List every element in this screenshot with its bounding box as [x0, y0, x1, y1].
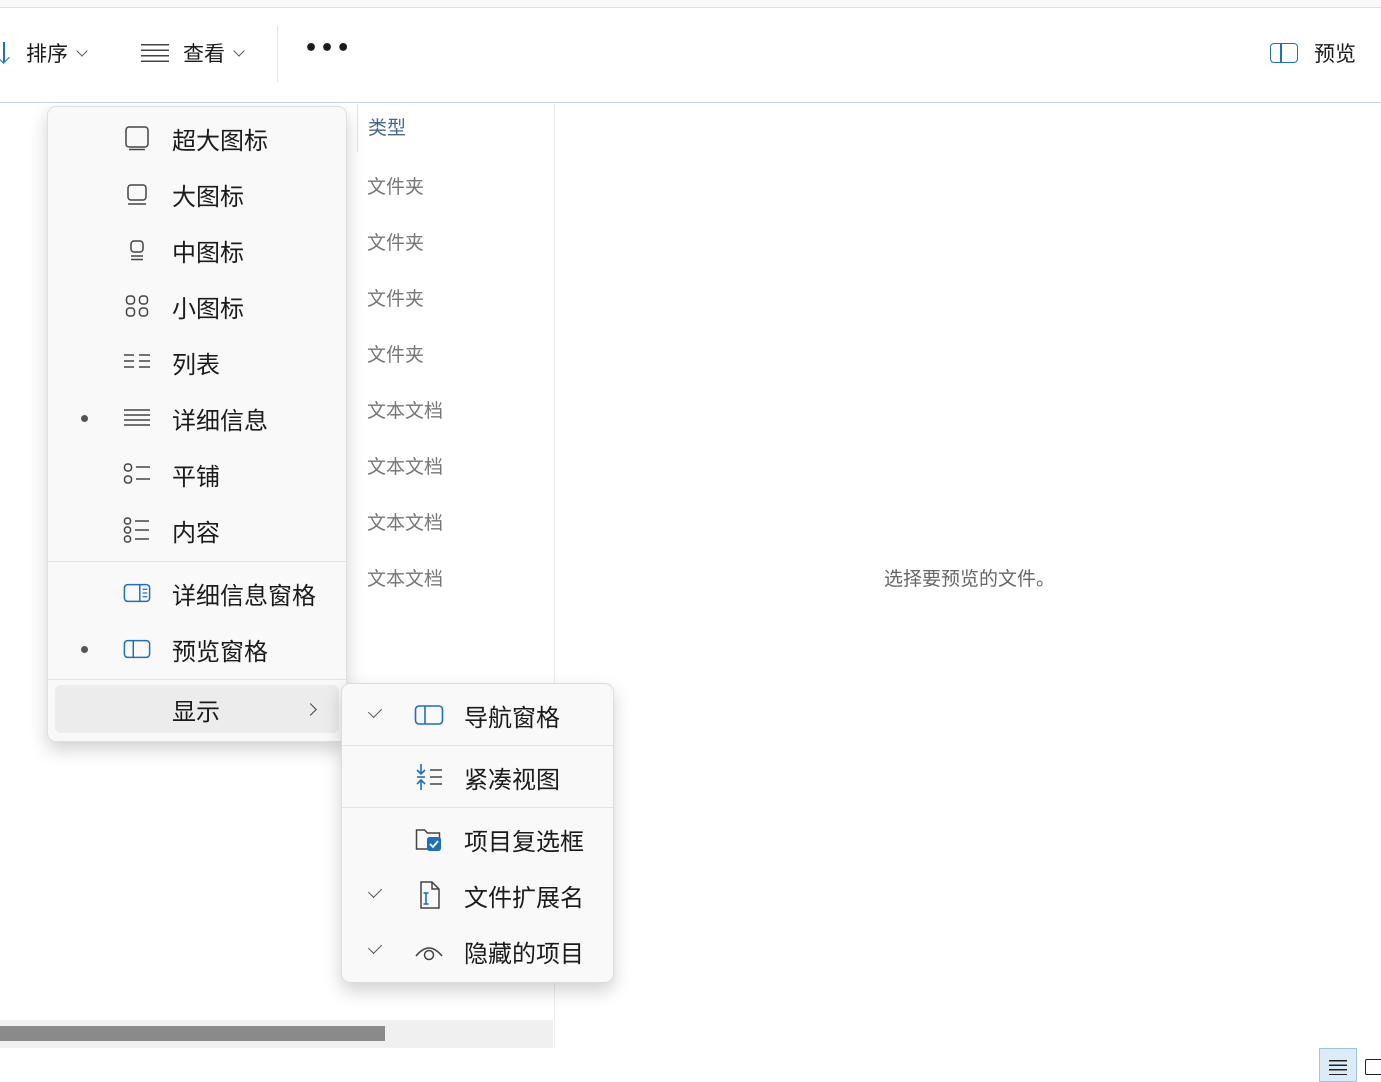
large-icons-view-toggle[interactable]	[1358, 1048, 1381, 1082]
menu-item-label: 详细信息窗格	[172, 581, 316, 610]
menu-item-extra-large-icons[interactable]: 超大图标	[48, 110, 346, 166]
list-item-type[interactable]: 文本文档	[367, 396, 443, 423]
selected-indicator	[81, 414, 88, 422]
sort-button[interactable]: 排序	[0, 38, 88, 68]
sort-arrow-icon	[0, 42, 14, 64]
submenu-item-label: 隐藏的项目	[464, 939, 584, 968]
preview-toggle-button[interactable]: 预览	[1270, 38, 1356, 68]
preview-label: 预览	[1314, 42, 1356, 66]
submenu-item-file-extensions[interactable]: 文件扩展名	[342, 867, 613, 923]
menu-item-label: 小图标	[172, 294, 244, 323]
menu-item-label: 平铺	[172, 462, 220, 491]
toolbar-separator	[277, 26, 278, 82]
list-item-type[interactable]: 文件夹	[367, 284, 424, 311]
menu-divider	[342, 807, 613, 808]
preview-pane-icon	[1270, 43, 1298, 63]
hidden-items-icon	[414, 936, 444, 966]
list-item-type[interactable]: 文本文档	[367, 564, 443, 591]
selected-indicator	[81, 645, 88, 653]
preview-message: 选择要预览的文件。	[884, 568, 1056, 590]
menu-item-small-icons[interactable]: 小图标	[48, 278, 346, 334]
menu-item-tiles[interactable]: 平铺	[48, 446, 346, 502]
menu-divider	[48, 679, 346, 680]
submenu-item-label: 紧凑视图	[464, 765, 560, 794]
file-extension-icon	[414, 880, 444, 910]
command-bar: 排序 查看 ••• 预览	[0, 8, 1381, 103]
menu-item-label: 超大图标	[172, 126, 268, 155]
list-item-type[interactable]: 文件夹	[367, 172, 424, 199]
view-label: 查看	[183, 42, 225, 66]
menu-item-preview-pane[interactable]: 预览窗格	[48, 621, 346, 677]
details-view-toggle[interactable]	[1319, 1048, 1357, 1082]
menu-item-details-pane[interactable]: 详细信息窗格	[48, 565, 346, 621]
menu-item-list[interactable]: 列表	[48, 334, 346, 390]
navigation-pane-icon	[414, 700, 444, 730]
submenu-item-hidden-items[interactable]: 隐藏的项目	[342, 923, 613, 979]
menu-item-label: 列表	[172, 350, 220, 379]
details-icon	[123, 404, 151, 432]
list-item-type[interactable]: 文本文档	[367, 508, 443, 535]
extra-large-icons-icon	[123, 124, 151, 152]
small-icons-icon	[123, 292, 151, 320]
list-item-type[interactable]: 文件夹	[367, 340, 424, 367]
submenu-item-label: 项目复选框	[464, 827, 584, 856]
large-icons-icon	[123, 180, 151, 208]
list-item-type[interactable]: 文本文档	[367, 452, 443, 479]
menu-divider	[48, 561, 346, 562]
item-checkbox-icon	[414, 824, 444, 854]
view-button[interactable]: 查看	[141, 38, 245, 68]
column-header-type[interactable]: 类型	[357, 104, 554, 152]
menu-item-label: 显示	[172, 697, 220, 726]
list-icon	[123, 348, 151, 376]
menu-divider	[342, 745, 613, 746]
menu-item-medium-icons[interactable]: 中图标	[48, 222, 346, 278]
list-item-type[interactable]: 文件夹	[367, 228, 424, 255]
show-submenu: 导航窗格 紧凑视图 项目复选框 文件扩展名 隐藏的项目	[341, 683, 614, 983]
compact-view-icon	[414, 762, 444, 792]
content-icon	[123, 516, 151, 544]
menu-item-label: 大图标	[172, 182, 244, 211]
medium-icons-icon	[123, 236, 151, 264]
submenu-item-item-checkboxes[interactable]: 项目复选框	[342, 811, 613, 867]
checkmark-icon	[367, 883, 383, 899]
menu-item-label: 中图标	[172, 238, 244, 267]
menu-item-large-icons[interactable]: 大图标	[48, 166, 346, 222]
menu-item-show[interactable]: 显示	[55, 685, 339, 733]
menu-item-label: 详细信息	[172, 406, 268, 435]
chevron-down-icon	[233, 44, 245, 57]
checkmark-icon	[367, 939, 383, 955]
details-view-icon	[141, 44, 169, 62]
sort-label: 排序	[26, 42, 68, 66]
checkmark-icon	[367, 703, 383, 719]
submenu-item-navigation-pane[interactable]: 导航窗格	[342, 687, 613, 743]
menu-item-label: 预览窗格	[172, 637, 268, 666]
preview-pane: 选择要预览的文件。	[555, 104, 1381, 1048]
preview-pane-icon	[123, 635, 151, 663]
submenu-item-compact-view[interactable]: 紧凑视图	[342, 749, 613, 805]
submenu-item-label: 文件扩展名	[464, 883, 584, 912]
menu-item-details[interactable]: 详细信息	[48, 390, 346, 446]
large-icons-icon	[1365, 1059, 1381, 1075]
menu-item-content[interactable]: 内容	[48, 502, 346, 558]
view-menu: 超大图标 大图标 中图标 小图标 列表 详细信息 平铺 内容 详细信息窗格 预览…	[47, 106, 347, 742]
submenu-item-label: 导航窗格	[464, 703, 560, 732]
more-icon: •••	[304, 36, 353, 61]
details-pane-icon	[123, 579, 151, 607]
menu-item-label: 内容	[172, 518, 220, 547]
horizontal-scroll-thumb[interactable]	[0, 1026, 385, 1041]
details-view-icon	[1329, 1060, 1347, 1076]
tiles-icon	[123, 460, 151, 488]
more-options-button[interactable]: •••	[304, 36, 352, 61]
window-top-edge	[0, 0, 1381, 8]
chevron-down-icon	[76, 44, 88, 57]
chevron-right-icon	[304, 702, 317, 716]
